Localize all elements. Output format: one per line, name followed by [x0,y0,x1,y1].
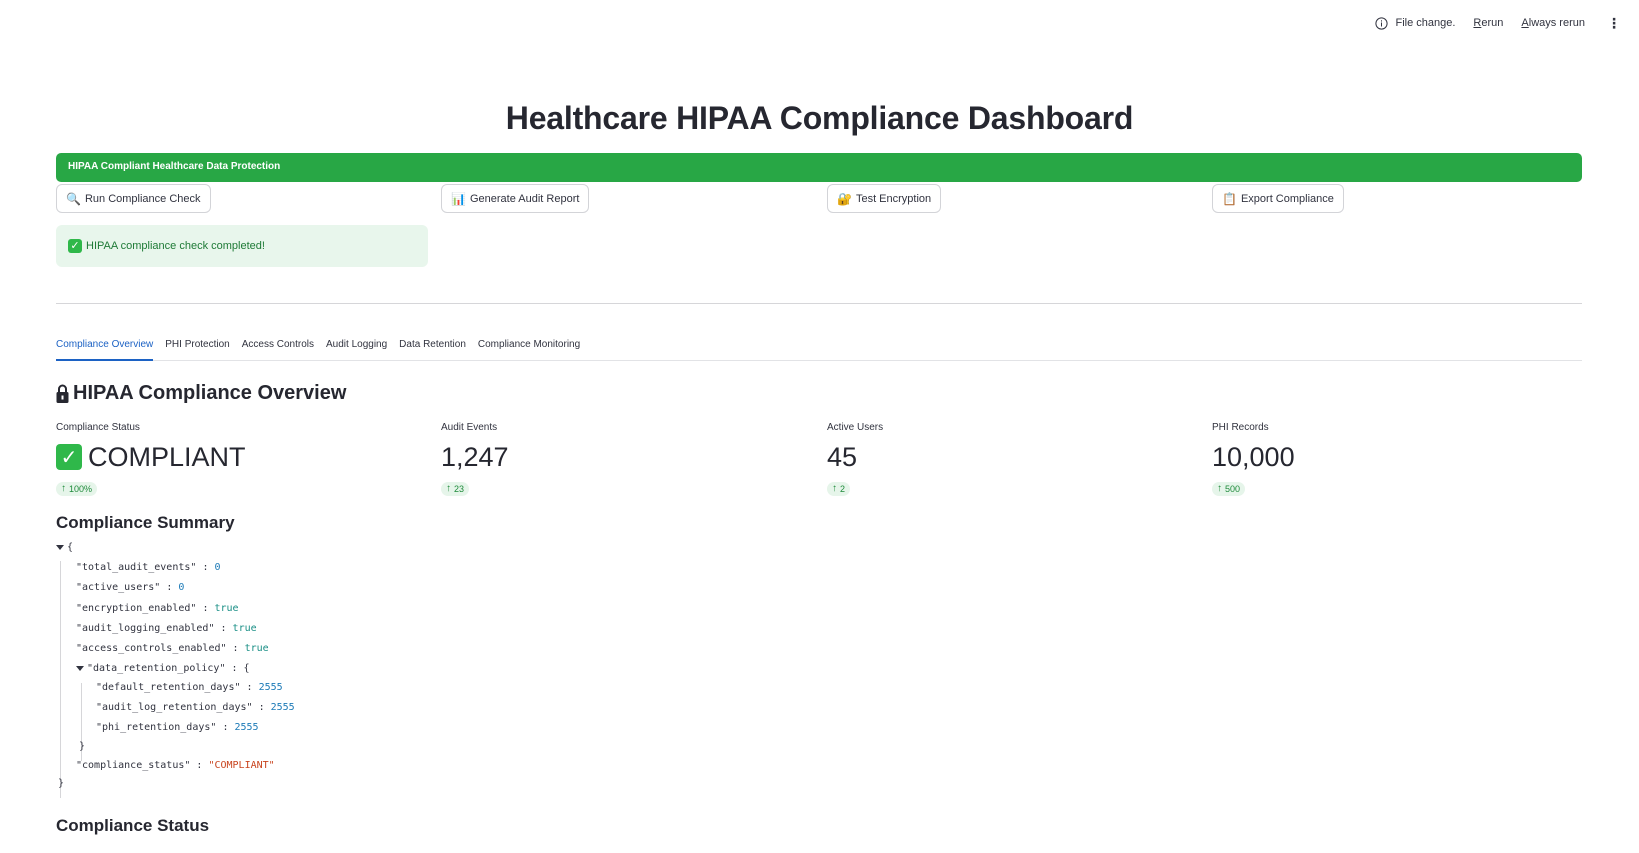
tab-bar: Compliance Overview PHI Protection Acces… [56,336,1582,361]
metric-audit-events: Audit Events 1,247 ↑ 23 [441,422,821,496]
always-rerun-label: lways rerun [1528,17,1585,29]
test-encryption-button[interactable]: 🔐 Test Encryption [827,184,942,213]
json-indent-guide [60,561,61,798]
arrow-up-icon: ↑ [832,483,837,494]
collapse-caret-icon[interactable] [76,665,84,671]
json-line: "phi_retention_days" : 2555 [96,722,259,733]
tab-access-controls[interactable]: Access Controls [242,336,314,361]
metric-value: 10,000 [1212,440,1592,474]
tab-phi-protection[interactable]: PHI Protection [165,336,229,361]
metric-delta: ↑ 23 [441,482,470,496]
generate-audit-report-button[interactable]: 📊 Generate Audit Report [441,184,590,213]
json-root-close: } [58,778,65,789]
lock-icon [56,384,69,404]
metric-label: Compliance Status [56,422,140,433]
clipboard-icon: 📋 [1222,191,1237,206]
json-line: "active_users" : 0 [76,582,185,593]
success-alert: ✓ HIPAA compliance check completed! [56,225,428,267]
tab-audit-logging[interactable]: Audit Logging [326,336,387,361]
overview-heading: HIPAA Compliance Overview [56,382,346,405]
metric-value-text: 10,000 [1212,441,1295,472]
check-mark-icon: ✓ [56,444,82,470]
json-line: "default_retention_days" : 2555 [96,682,283,693]
metric-delta: ↑ 2 [827,482,851,496]
always-rerun-button[interactable]: Always rerun [1521,17,1585,29]
bar-chart-icon: 📊 [451,191,466,206]
check-mark-icon: ✓ [68,239,82,253]
metric-value-text: COMPLIANT [88,441,246,472]
button-label: Test Encryption [855,192,932,205]
run-compliance-check-button[interactable]: 🔍 Run Compliance Check [56,184,211,213]
metric-delta: ↑ 100% [56,482,98,496]
metric-active-users: Active Users 45 ↑ 2 [827,422,1207,496]
button-label: Export Compliance [1240,192,1334,205]
json-line: "compliance_status" : "COMPLIANT" [76,760,275,771]
arrow-up-icon: ↑ [446,483,451,494]
tab-data-retention[interactable]: Data Retention [399,336,466,361]
tab-compliance-overview[interactable]: Compliance Overview [56,336,154,361]
metric-delta-text: 500 [1225,484,1241,494]
compliance-status-heading: Compliance Status [56,816,210,835]
lock-key-icon: 🔐 [837,191,852,206]
kebab-menu-icon[interactable]: ⋮ [1603,16,1625,30]
metric-delta-text: 2 [840,484,846,494]
json-line: "encryption_enabled" : true [76,603,239,614]
rerun-button[interactable]: Rerun [1473,17,1503,29]
arrow-up-icon: ↑ [61,483,66,494]
json-line: "audit_logging_enabled" : true [76,623,257,634]
file-change-status: File change. [1375,16,1456,30]
json-nested-close: } [79,741,86,752]
compliance-banner: HIPAA Compliant Healthcare Data Protecti… [56,153,1582,182]
page-title: Healthcare HIPAA Compliance Dashboard [505,100,1134,136]
success-text: HIPAA compliance check completed! [86,240,265,252]
metric-delta-text: 23 [454,484,465,494]
button-label: Generate Audit Report [469,192,580,205]
file-change-text: File change. [1395,17,1456,29]
metric-label: Audit Events [441,422,498,433]
metric-value-text: 1,247 [441,441,509,472]
metric-value: ✓ COMPLIANT [56,440,436,474]
metric-delta-text: 100% [69,484,93,494]
metric-value: 1,247 [441,440,821,474]
metric-label: Active Users [827,422,884,433]
compliance-summary-heading: Compliance Summary [56,513,235,532]
metric-value: 45 [827,440,1207,474]
metric-label: PHI Records [1212,422,1269,433]
export-compliance-button[interactable]: 📋 Export Compliance [1212,184,1344,213]
magnifier-icon: 🔍 [66,191,81,206]
metric-compliance-status: Compliance Status ✓ COMPLIANT ↑ 100% [56,422,436,496]
overview-title: HIPAA Compliance Overview [73,382,347,404]
json-nested-open: "data_retention_policy" : { [76,662,250,676]
info-icon [1375,16,1389,30]
metric-phi-records: PHI Records 10,000 ↑ 500 [1212,422,1592,496]
json-root-open: { [56,541,73,555]
collapse-caret-icon[interactable] [56,544,64,550]
app-toolbar: File change. Rerun Always rerun ⋮ [1375,16,1625,30]
json-line: "total_audit_events" : 0 [76,562,221,573]
arrow-up-icon: ↑ [1217,483,1222,494]
metric-value-text: 45 [827,441,858,472]
button-label: Run Compliance Check [84,192,201,205]
metric-delta: ↑ 500 [1212,482,1246,496]
json-line: "audit_log_retention_days" : 2555 [96,702,295,713]
json-line: "access_controls_enabled" : true [76,643,269,654]
tab-compliance-monitoring[interactable]: Compliance Monitoring [478,336,580,361]
always-rerun-hotkey: A [1521,17,1529,29]
divider [56,303,1582,304]
rerun-label: erun [1481,17,1504,29]
